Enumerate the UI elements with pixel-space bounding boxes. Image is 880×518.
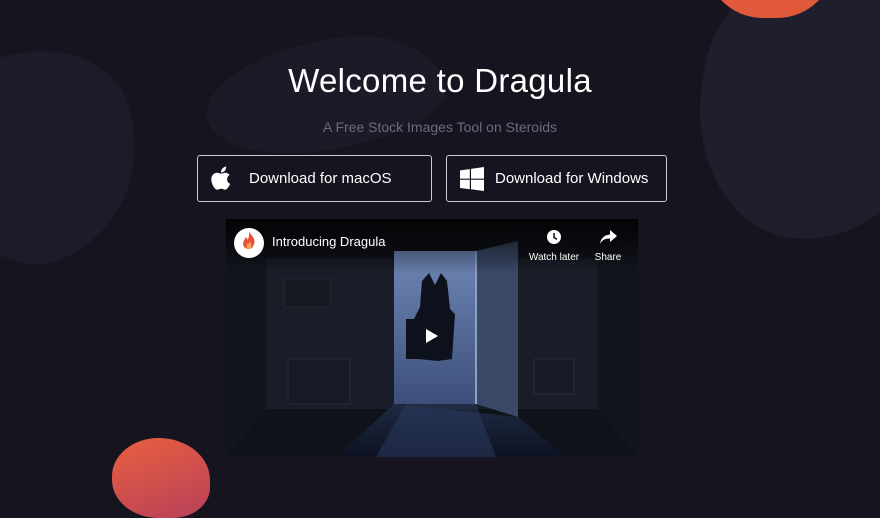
page-subtitle: A Free Stock Images Tool on Steroids: [323, 119, 557, 135]
channel-avatar[interactable]: [234, 228, 264, 258]
apple-icon: [208, 165, 236, 193]
windows-icon: [458, 165, 486, 193]
video-player[interactable]: Introducing Dragula Watch later Share: [226, 219, 638, 457]
video-title[interactable]: Introducing Dragula: [272, 234, 385, 249]
accent-shape: [705, 0, 835, 18]
clock-icon: [546, 230, 562, 249]
download-macos-label: Download for macOS: [249, 170, 392, 187]
download-windows-button[interactable]: Download for Windows: [446, 155, 667, 202]
play-icon: [425, 328, 439, 349]
page-title: Welcome to Dragula: [288, 62, 592, 99]
download-windows-label: Download for Windows: [495, 170, 649, 187]
watch-later-button[interactable]: Watch later: [526, 229, 582, 263]
share-button[interactable]: Share: [591, 229, 625, 263]
accent-shape: [112, 438, 210, 518]
play-button[interactable]: [419, 327, 445, 349]
share-icon: [599, 230, 617, 249]
download-macos-button[interactable]: Download for macOS: [197, 155, 432, 202]
share-label: Share: [594, 252, 622, 263]
flame-icon: [241, 230, 257, 256]
watch-later-label: Watch later: [528, 252, 580, 263]
